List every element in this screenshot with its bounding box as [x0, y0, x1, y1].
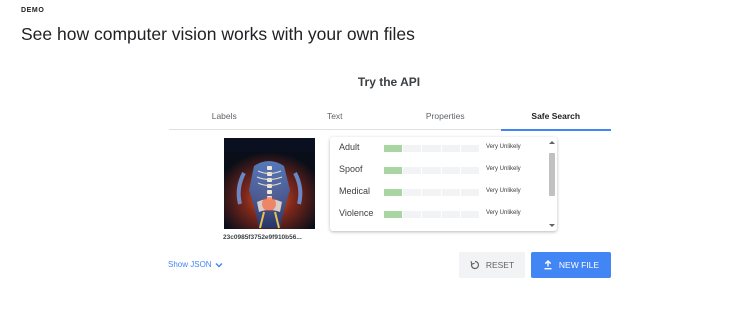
scroll-up-arrow-icon[interactable] [549, 141, 555, 144]
tab-labels[interactable]: Labels [169, 106, 280, 129]
likelihood-segment-empty [422, 167, 441, 174]
reset-label: RESET [485, 260, 515, 270]
new-file-label: NEW FILE [558, 260, 600, 270]
likelihood-segment-empty [403, 167, 422, 174]
chevron-down-icon [215, 262, 223, 267]
result-tabs: Labels Text Properties Safe Search [169, 106, 612, 131]
likelihood-segment-empty [460, 189, 480, 196]
category-label: Medical [339, 186, 371, 196]
panel-title: Try the API [357, 75, 421, 89]
likelihood-segment-empty [460, 211, 480, 218]
new-file-button[interactable]: NEW FILE [531, 252, 611, 278]
likelihood-segment-empty [441, 145, 460, 152]
safe-search-row-violence: Violence Very Unlikely [330, 203, 546, 225]
safe-search-row-medical: Medical Very Unlikely [330, 181, 546, 203]
scroll-down-arrow-icon[interactable] [549, 224, 555, 227]
reset-icon [470, 260, 479, 270]
page-title: See how computer vision works with your … [21, 24, 415, 44]
category-label: Adult [339, 142, 360, 152]
safe-search-row-spoof: Spoof Very Unlikely [330, 159, 546, 181]
likelihood-segment-empty [422, 189, 441, 196]
safe-search-row-adult: Adult Very Unlikely [330, 137, 546, 159]
show-json-label: Show JSON [168, 260, 212, 269]
likelihood-bar [384, 167, 480, 174]
scroll-thumb[interactable] [549, 153, 555, 196]
category-label: Violence [339, 208, 374, 218]
category-label: Spoof [339, 164, 363, 174]
likelihood-segment-empty [460, 145, 480, 152]
likelihood-value: Very Unlikely [486, 210, 521, 216]
likelihood-value: Very Unlikely [486, 144, 521, 150]
sciatica-poster-image [224, 138, 315, 229]
likelihood-segment-filled [384, 145, 403, 152]
likelihood-segment-empty [441, 167, 460, 174]
likelihood-bar [384, 145, 480, 152]
likelihood-segment-empty [460, 167, 480, 174]
likelihood-segment-empty [422, 211, 441, 218]
tab-text[interactable]: Text [280, 106, 391, 129]
results-scrollbar[interactable] [549, 141, 555, 227]
likelihood-bar [384, 189, 480, 196]
likelihood-segment-empty [441, 211, 460, 218]
likelihood-segment-empty [403, 211, 422, 218]
image-filename: 23c0985f3752e9f910b56... [223, 234, 302, 241]
likelihood-segment-empty [403, 189, 422, 196]
likelihood-segment-filled [384, 167, 403, 174]
uploaded-image-thumbnail [224, 138, 315, 229]
tab-safe-search[interactable]: Safe Search [500, 106, 612, 131]
likelihood-segment-empty [422, 145, 441, 152]
safe-search-results: Adult Very Unlikely Spoof Very Unlikely … [330, 137, 557, 231]
upload-icon [544, 260, 552, 270]
likelihood-segment-filled [384, 189, 403, 196]
show-json-link[interactable]: Show JSON [168, 260, 223, 269]
likelihood-segment-empty [403, 145, 422, 152]
likelihood-segment-filled [384, 211, 403, 218]
likelihood-bar [384, 211, 480, 218]
likelihood-segment-empty [441, 189, 460, 196]
tab-properties[interactable]: Properties [390, 106, 501, 129]
reset-button[interactable]: RESET [459, 252, 525, 278]
demo-eyebrow: DEMO [21, 7, 45, 14]
likelihood-value: Very Unlikely [486, 166, 521, 172]
likelihood-value: Very Unlikely [486, 188, 521, 194]
